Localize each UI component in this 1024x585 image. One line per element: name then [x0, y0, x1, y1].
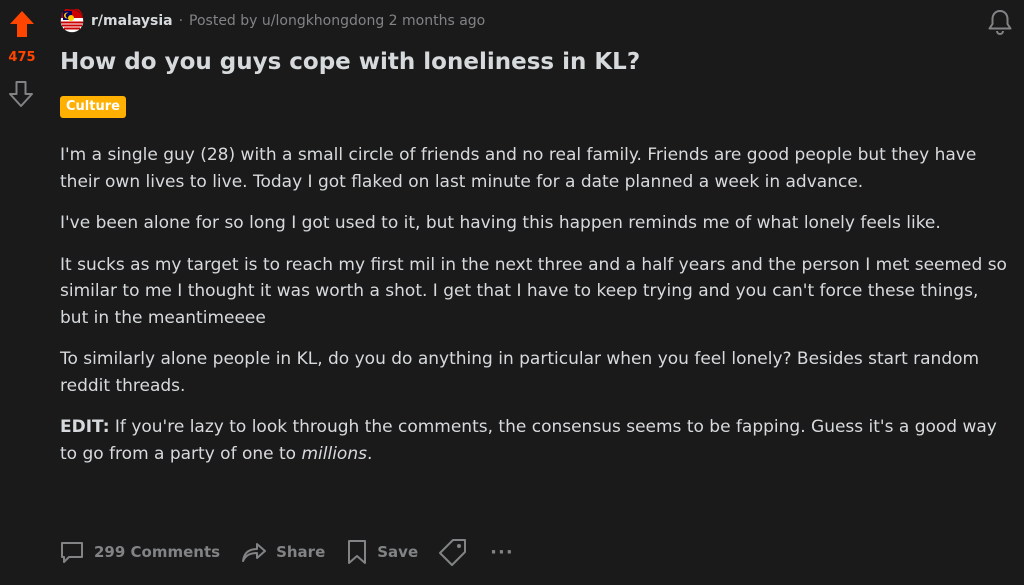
post-edit-paragraph: EDIT: If you're lazy to look through the…	[60, 414, 1010, 467]
edit-label: EDIT:	[60, 417, 110, 437]
post-paragraph: I've been alone for so long I got used t…	[60, 213, 941, 233]
post-paragraph: It sucks as my target is to reach my fir…	[60, 254, 1007, 328]
comment-icon	[61, 542, 83, 563]
comments-button[interactable]: 299 Comments	[58, 538, 220, 566]
meta-separator: ·	[178, 13, 184, 29]
downvote-arrow-icon[interactable]	[8, 80, 34, 108]
more-options-button[interactable]: ···	[490, 542, 514, 563]
bell-icon[interactable]	[986, 8, 1014, 36]
vote-score: 475	[8, 50, 36, 65]
tag-icon[interactable]	[438, 537, 468, 567]
post-paragraph: I'm a single guy (28) with a small circl…	[60, 145, 977, 192]
upvote-arrow-icon[interactable]	[9, 10, 35, 38]
post-meta: r/malaysia · Posted by u/longkhongdong 2…	[60, 9, 485, 33]
edit-end: .	[366, 443, 373, 464]
comments-label: 299 Comments	[94, 543, 221, 561]
save-button[interactable]: Save	[345, 538, 418, 566]
edit-text: If you're lazy to look through the comme…	[60, 417, 997, 464]
bookmark-icon	[348, 540, 367, 564]
save-label: Save	[377, 543, 419, 561]
post-flair[interactable]: Culture	[60, 96, 126, 118]
share-button[interactable]: Share	[240, 538, 325, 566]
share-icon	[242, 543, 267, 562]
post-actions: 299 Comments Share Save ···	[58, 535, 514, 569]
edit-emphasis: millions	[301, 443, 367, 464]
subreddit-link[interactable]: r/malaysia	[91, 13, 173, 29]
posted-by[interactable]: Posted by u/longkhongdong 2 months ago	[189, 13, 485, 29]
post-paragraph: To similarly alone people in KL, do you …	[60, 349, 980, 396]
post-title[interactable]: How do you guys cope with loneliness in …	[60, 49, 640, 75]
subreddit-icon[interactable]	[60, 9, 84, 33]
share-label: Share	[276, 543, 326, 561]
post-body: I'm a single guy (28) with a small circl…	[60, 142, 1010, 482]
